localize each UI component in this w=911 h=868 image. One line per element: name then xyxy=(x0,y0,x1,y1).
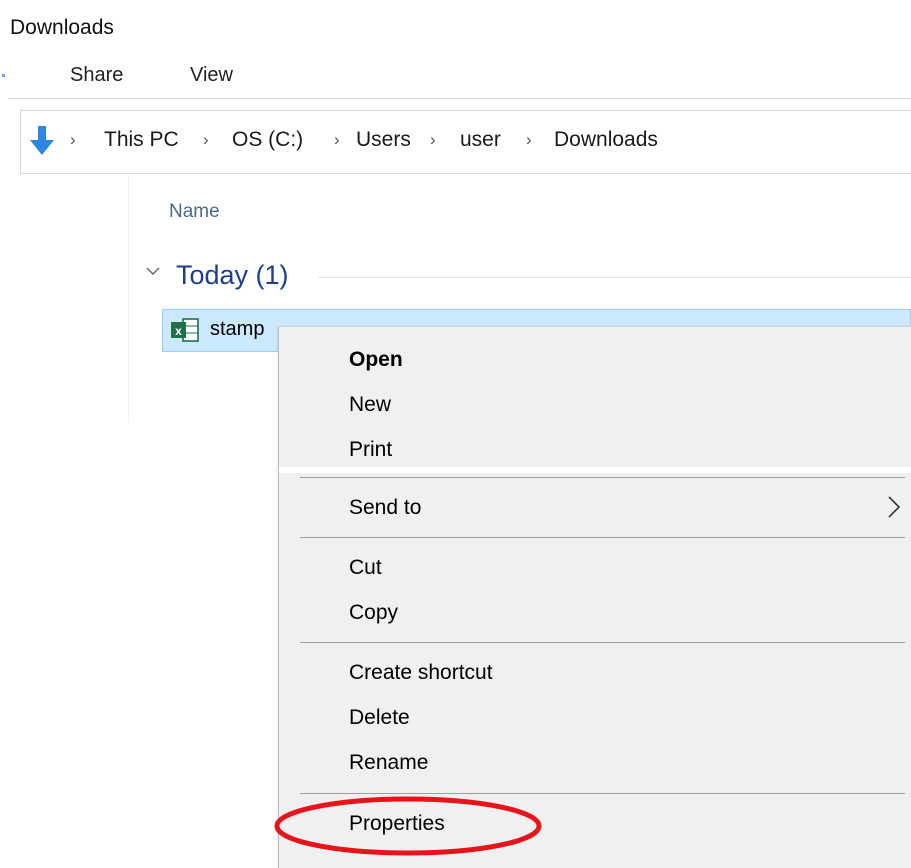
breadcrumb-downloads[interactable]: Downloads xyxy=(554,128,658,152)
menu-separator xyxy=(300,477,905,478)
svg-text:x: x xyxy=(175,324,182,338)
breadcrumb-separator[interactable]: › xyxy=(526,130,532,150)
file-name[interactable]: stamp xyxy=(210,318,264,341)
ribbon-indicator xyxy=(2,74,5,77)
menu-item-print[interactable]: Print xyxy=(349,438,392,462)
chevron-down-icon[interactable] xyxy=(146,264,160,278)
menu-item-send-to[interactable]: Send to xyxy=(349,496,421,520)
chevron-right-icon xyxy=(888,496,901,518)
navigation-pane-divider[interactable] xyxy=(128,176,129,422)
tab-view[interactable]: View xyxy=(190,64,233,87)
column-header-name[interactable]: Name xyxy=(169,201,220,223)
menu-item-open[interactable]: Open xyxy=(349,348,403,372)
tab-share[interactable]: Share xyxy=(70,64,123,87)
menu-item-rename[interactable]: Rename xyxy=(349,751,428,775)
breadcrumb-separator[interactable]: › xyxy=(203,130,209,150)
menu-item-new[interactable]: New xyxy=(349,393,391,417)
ribbon-divider xyxy=(8,98,911,99)
menu-item-cut[interactable]: Cut xyxy=(349,556,382,580)
breadcrumb-this-pc[interactable]: This PC xyxy=(104,128,179,152)
breadcrumb-separator: › xyxy=(70,130,76,149)
menu-item-delete[interactable]: Delete xyxy=(349,706,410,730)
window-title: Downloads xyxy=(10,16,114,39)
menu-separator xyxy=(300,537,905,538)
breadcrumb-os-c[interactable]: OS (C:) xyxy=(232,128,303,152)
excel-file-icon: x xyxy=(171,318,199,342)
down-arrow-icon[interactable] xyxy=(28,124,56,158)
menu-separator xyxy=(300,642,905,643)
menu-gap xyxy=(279,467,911,473)
menu-item-create-shortcut[interactable]: Create shortcut xyxy=(349,661,493,685)
group-header-today[interactable]: Today (1) xyxy=(176,260,289,291)
breadcrumb-separator[interactable]: › xyxy=(430,130,436,150)
breadcrumb-separator[interactable]: › xyxy=(334,130,340,150)
group-divider xyxy=(318,277,911,278)
breadcrumb-users[interactable]: Users xyxy=(356,128,411,152)
breadcrumb-user[interactable]: user xyxy=(460,128,501,152)
highlight-ellipse-annotation xyxy=(274,796,542,856)
menu-item-copy[interactable]: Copy xyxy=(349,601,398,625)
